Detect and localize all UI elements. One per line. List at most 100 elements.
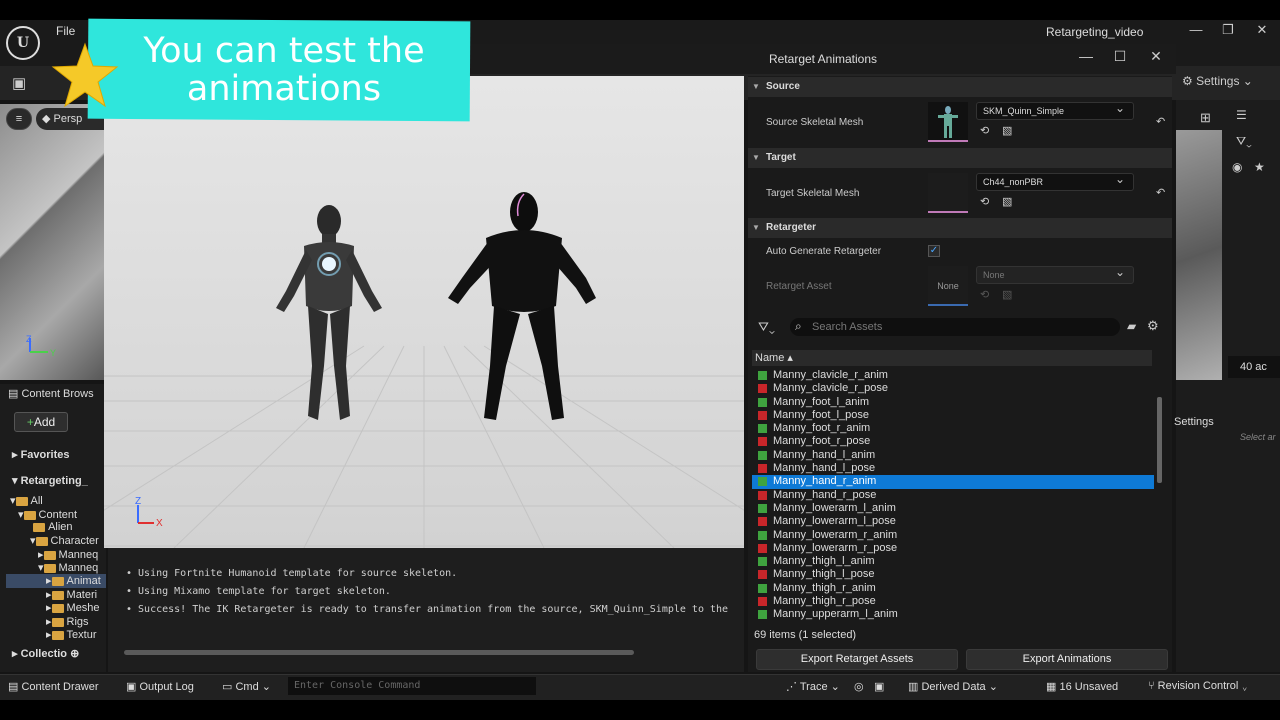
close-icon[interactable]: ✕ [1252,22,1272,38]
star-icon[interactable]: ★ [1254,160,1265,174]
content-browser-icon: ▤ [8,388,19,400]
dialog-minimize-icon[interactable]: — [1076,48,1096,64]
asset-row[interactable]: Manny_foot_l_anim [752,396,1154,409]
revision-control-dropdown[interactable]: ⑂ Revision Control ⌄ [1148,680,1248,692]
tree-item-rigs[interactable]: ▸ Rigs [46,615,89,628]
asset-row[interactable]: Manny_foot_r_pose [752,435,1154,448]
export-animations-button[interactable]: Export Animations [966,649,1168,670]
use-selected-icon[interactable]: ⟲ [980,124,989,137]
zoom-field[interactable]: 40 ac [1228,356,1280,378]
dialog-close-icon[interactable]: ✕ [1146,48,1166,65]
asset-row[interactable]: Manny_foot_r_anim [752,422,1154,435]
dialog-maximize-icon[interactable]: ☐ [1110,48,1130,65]
record-icon[interactable]: ◎ [854,680,864,693]
asset-row[interactable]: Manny_hand_r_pose [752,489,1154,502]
column-header-name[interactable]: Name ▴ [752,350,1152,366]
browse-icon: ▧ [1002,289,1013,301]
unsaved-button[interactable]: ▦ 16 Unsaved [1046,680,1118,693]
asset-row[interactable]: Manny_foot_l_pose [752,409,1154,422]
filter-icon[interactable]: ⛛⌄ [1236,134,1252,149]
tree-item-mannequin-2[interactable]: ▾ Manneq [38,561,98,574]
asset-row[interactable]: Manny_hand_l_anim [752,449,1154,462]
content-browser-tab[interactable]: ▤ Content Brows [8,387,94,400]
source-mesh-thumbnail[interactable] [928,102,968,142]
save-icon[interactable]: ▣ [12,74,26,92]
cmd-dropdown[interactable]: ▭ Cmd ⌄ [222,680,271,693]
tree-item-label: Manneq [58,562,99,574]
asset-row[interactable]: Manny_thigh_l_pose [752,568,1154,581]
asset-name: Manny_thigh_r_pose [773,595,876,608]
tree-item-mannequin-1[interactable]: ▸ Manneq [38,548,98,561]
asset-row[interactable]: Manny_thigh_l_anim [752,555,1154,568]
console-command-input[interactable]: Enter Console Command [288,677,536,695]
outliner-icon[interactable]: ☰ [1236,108,1247,122]
asset-name: Manny_clavicle_r_anim [773,369,888,381]
add-collection-icon[interactable]: ⊕ [70,648,79,660]
content-drawer-button[interactable]: ▤ Content Drawer [8,680,99,693]
project-root[interactable]: ▾ Retargeting_ [12,474,88,487]
asset-name: Manny_thigh_l_anim [773,555,875,568]
auto-generate-checkbox[interactable]: ✓ [928,245,940,257]
add-button[interactable]: +Add [14,412,68,432]
asset-row[interactable]: Manny_clavicle_r_anim [752,369,1154,382]
derived-data-dropdown[interactable]: ▥ Derived Data ⌄ [908,680,998,693]
asset-list-scrollbar[interactable] [1157,397,1162,483]
target-mesh-label: Target Skeletal Mesh [766,188,860,199]
settings-button[interactable]: ⚙ Settings ⌄ [1182,74,1253,88]
asset-row[interactable]: Manny_upperarm_l_anim [752,608,1154,621]
asset-row[interactable]: Manny_thigh_r_pose [752,595,1154,608]
asset-name: Manny_lowerarm_r_anim [773,528,898,541]
search-icon: ⌕ [795,319,802,333]
target-mesh-thumbnail[interactable] [928,173,968,213]
asset-row[interactable]: Manny_lowerarm_r_anim [752,529,1154,542]
tree-item-textures[interactable]: ▸ Textur [46,628,97,641]
browse-icon[interactable]: ▧ [1002,124,1012,137]
output-log-button[interactable]: ▣ Output Log [126,680,194,693]
favorites-section[interactable]: ▸ Favorites [12,448,70,461]
gear-icon[interactable]: ⚙ [1147,318,1159,334]
asset-row[interactable]: Manny_lowerarm_l_anim [752,502,1154,515]
tree-item-all[interactable]: ▾ All [10,494,43,507]
asset-row[interactable]: Manny_hand_r_anim [752,475,1154,489]
browse-icon[interactable]: ▧ [1002,195,1012,208]
tree-item-characters[interactable]: ▾ Character [30,534,99,547]
asset-row[interactable]: Manny_lowerarm_r_pose [752,542,1154,555]
asset-list[interactable]: Manny_clavicle_r_anim Manny_clavicle_r_po… [752,369,1154,621]
grid-icon[interactable]: ⊞ [1200,110,1211,126]
trace-dropdown[interactable]: ⋰ Trace ⌄ [786,680,840,693]
viewport-menu-icon[interactable]: ≡ [6,108,32,130]
tree-item-content[interactable]: ▾ Content [18,508,77,521]
export-retarget-assets-button[interactable]: Export Retarget Assets [756,649,958,670]
minimize-icon[interactable]: — [1186,22,1206,37]
target-mesh-dropdown[interactable]: Ch44_nonPBR [976,171,1134,191]
tree-item-animations[interactable]: ▸ Animat [46,574,101,587]
tree-item-materials[interactable]: ▸ Materi [46,588,97,601]
search-assets-input[interactable]: Search Assets [790,318,1120,336]
menu-file[interactable]: File [56,24,75,38]
collections-section[interactable]: ▸ Collectio ⊕ [12,647,79,660]
log-horizontal-scrollbar[interactable] [124,650,634,655]
reset-target-icon[interactable]: ↶ [1156,186,1165,199]
settings-tab[interactable]: Settings [1174,416,1214,428]
unreal-logo-icon[interactable]: U [6,26,40,60]
asset-row[interactable]: Manny_thigh_r_anim [752,582,1154,595]
tree-item-alien[interactable]: Alien [30,521,73,533]
asset-row[interactable]: Manny_lowerarm_l_pose [752,515,1154,528]
tree-item-meshes[interactable]: ▸ Meshe [46,601,100,614]
plus-icon: + [26,415,34,429]
use-selected-icon[interactable]: ⟲ [980,195,989,208]
source-mesh-dropdown[interactable]: SKM_Quinn_Simple [976,100,1134,120]
folder-icon[interactable]: ▰ [1127,319,1136,333]
asset-row[interactable]: Manny_hand_l_pose [752,462,1154,475]
target-section-header[interactable]: Target [748,148,1172,168]
camera-icon[interactable]: ▣ [874,680,884,693]
filter-icon[interactable]: ⛛⌄ [758,319,775,335]
retargeter-section-header[interactable]: Retargeter [748,218,1172,238]
eye-icon[interactable]: ◉ [1232,160,1242,174]
asset-row[interactable]: Manny_clavicle_r_pose [752,382,1154,395]
auto-generate-label: Auto Generate Retargeter [766,246,882,257]
reset-source-icon[interactable]: ↶ [1156,115,1165,128]
source-section-header[interactable]: Source [748,77,1172,97]
retarget-preview-viewport[interactable] [104,76,744,548]
restore-icon[interactable]: ❐ [1218,22,1238,38]
